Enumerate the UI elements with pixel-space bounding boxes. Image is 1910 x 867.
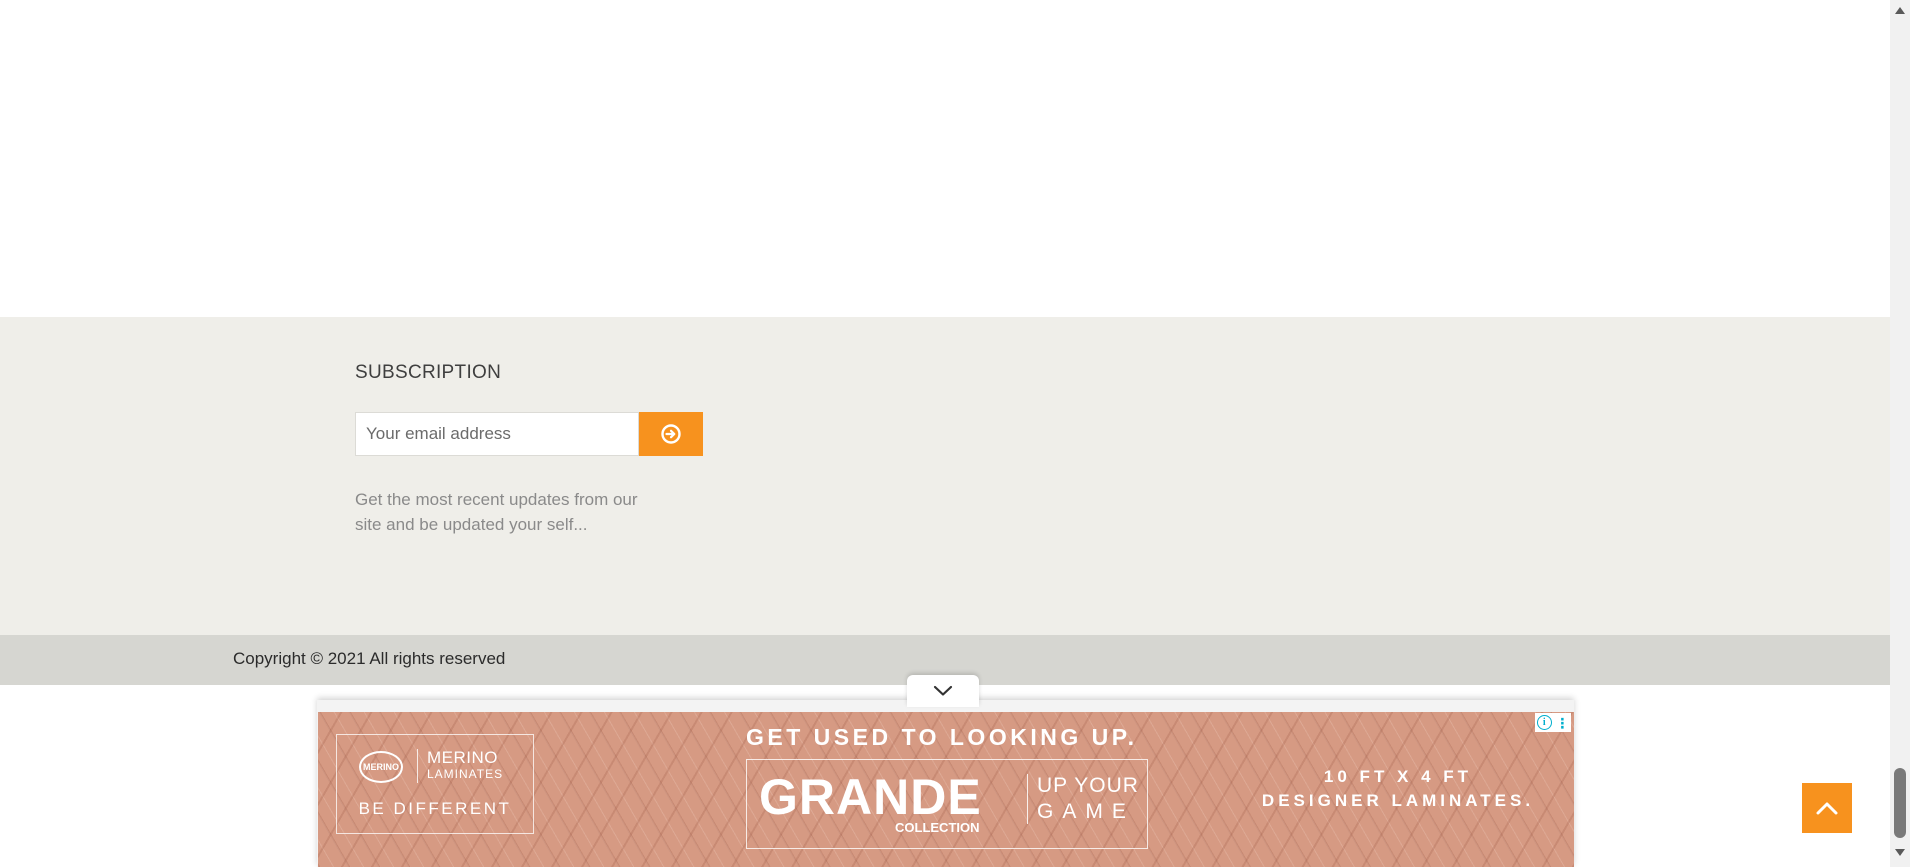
ad-product-divider [1027,774,1028,824]
info-icon[interactable]: i [1536,715,1552,730]
adchoices-badge[interactable]: i ⋮ [1535,713,1571,732]
chevron-up-icon [1816,802,1838,815]
ad-menu-icon[interactable]: ⋮ [1555,716,1569,730]
footer-subscription-section: SUBSCRIPTION Get the most recent updates… [0,317,1890,635]
vertical-scrollbar[interactable] [1890,0,1910,867]
ad-spec-line1: 10 FT X 4 FT [1323,767,1473,786]
ad-spec: 10 FT X 4 FT DESIGNER LAMINATES. [1248,765,1548,813]
ad-brand-tagline: BE DIFFERENT [358,799,512,818]
ad-slogan-line1: UP YOUR [1037,774,1139,797]
ad-product-name: GRANDE [759,769,982,825]
brand-logo: MERINO [359,751,403,783]
ad-banner[interactable]: MERINO MERINO LAMINATES BE DIFFERENT GET… [318,712,1574,867]
subscribe-button[interactable] [639,412,703,456]
scroll-to-top-button[interactable] [1802,783,1852,833]
ad-collapse-button[interactable] [907,675,979,707]
ad-brand-name: MERINO [427,748,498,767]
chevron-down-icon [933,685,953,696]
ad-brand-sub: LAMINATES [427,767,504,781]
subscription-description: Get the most recent updates from our sit… [355,490,638,534]
subscription-form [355,412,703,456]
arrow-circle-right-icon [661,424,681,444]
copyright-text: Copyright © 2021 All rights reserved [233,649,506,668]
email-input[interactable] [355,412,639,456]
subscription-title: SUBSCRIPTION [355,362,502,383]
content-area [0,0,1890,317]
scroll-down-arrow-icon[interactable] [1895,849,1905,856]
scrollbar-thumb[interactable] [1894,768,1906,838]
ad-slogan-line2: GAME [1037,800,1135,823]
ad-spec-line2: DESIGNER LAMINATES. [1261,791,1535,810]
ad-product-sub: COLLECTION [895,820,980,835]
scroll-up-arrow-icon[interactable] [1895,7,1905,14]
brand-divider [417,749,418,783]
ad-headline: GET USED TO LOOKING UP. [746,724,1138,750]
ad-brand-block: MERINO MERINO LAMINATES BE DIFFERENT [336,734,534,834]
ad-product-block: GRANDE COLLECTION UP YOUR GAME [746,759,1148,849]
